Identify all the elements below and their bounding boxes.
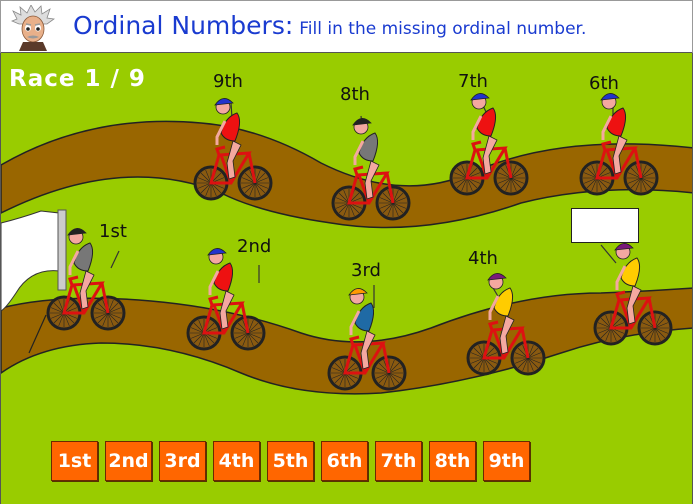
answer-button-8th[interactable]: 8th	[429, 441, 476, 481]
finish-flag	[1, 210, 60, 312]
answer-button-9th[interactable]: 9th	[483, 441, 530, 481]
rider-shirt	[358, 132, 379, 162]
place-label: 8th	[340, 84, 370, 105]
place-label: 2nd	[237, 236, 272, 257]
race-scene	[1, 93, 692, 395]
answer-button-4th[interactable]: 4th	[213, 441, 260, 481]
rider-shirt	[220, 112, 241, 142]
rider-shirt	[476, 107, 497, 137]
place-label: 9th	[213, 71, 243, 92]
race-stage: Race 1 / 9 9th 8th 7th 6th 1st 2nd 3rd 4…	[0, 53, 693, 504]
finish-pole	[57, 209, 67, 291]
missing-answer-box[interactable]	[571, 208, 639, 243]
header-bar: Ordinal Numbers: Fill in the missing ordi…	[0, 0, 693, 54]
label-leader-line	[110, 250, 120, 269]
place-label: 1st	[99, 221, 127, 242]
helmet-icon	[352, 118, 372, 126]
answer-button-7th[interactable]: 7th	[375, 441, 422, 481]
place-label: 7th	[458, 71, 488, 92]
answer-button-6th[interactable]: 6th	[321, 441, 368, 481]
answer-options: 1st 2nd 3rd 4th 5th 6th 7th 8th 9th	[51, 441, 530, 481]
title-text: Ordinal Numbers:	[73, 11, 294, 40]
instruction-text: Fill in the missing ordinal number.	[299, 19, 587, 39]
rider-shirt	[73, 242, 94, 272]
helmet-icon	[67, 228, 87, 236]
rider-shirt	[606, 107, 627, 137]
place-label: 3rd	[351, 260, 381, 281]
helmet-icon	[207, 248, 227, 256]
answer-button-2nd[interactable]: 2nd	[105, 441, 152, 481]
helmet-icon	[614, 243, 634, 251]
helmet-icon	[348, 288, 368, 296]
helmet-icon	[600, 93, 620, 101]
rider-shirt	[493, 287, 514, 317]
place-label: 4th	[468, 248, 498, 269]
answer-button-1st[interactable]: 1st	[51, 441, 98, 481]
helmet-icon	[487, 273, 507, 281]
helmet-icon	[214, 98, 234, 106]
page-title: Ordinal Numbers: Fill in the missing ordi…	[73, 11, 586, 44]
einstein-mascot-icon	[11, 5, 55, 51]
answer-button-3rd[interactable]: 3rd	[159, 441, 206, 481]
rider-shirt	[354, 302, 375, 332]
rider-shirt	[620, 257, 641, 287]
label-leader-line	[600, 244, 617, 264]
rider-shirt	[213, 262, 234, 292]
place-label: 6th	[589, 73, 619, 94]
race-counter: Race 1 / 9	[9, 66, 146, 92]
answer-button-5th[interactable]: 5th	[267, 441, 314, 481]
helmet-icon	[470, 93, 490, 101]
